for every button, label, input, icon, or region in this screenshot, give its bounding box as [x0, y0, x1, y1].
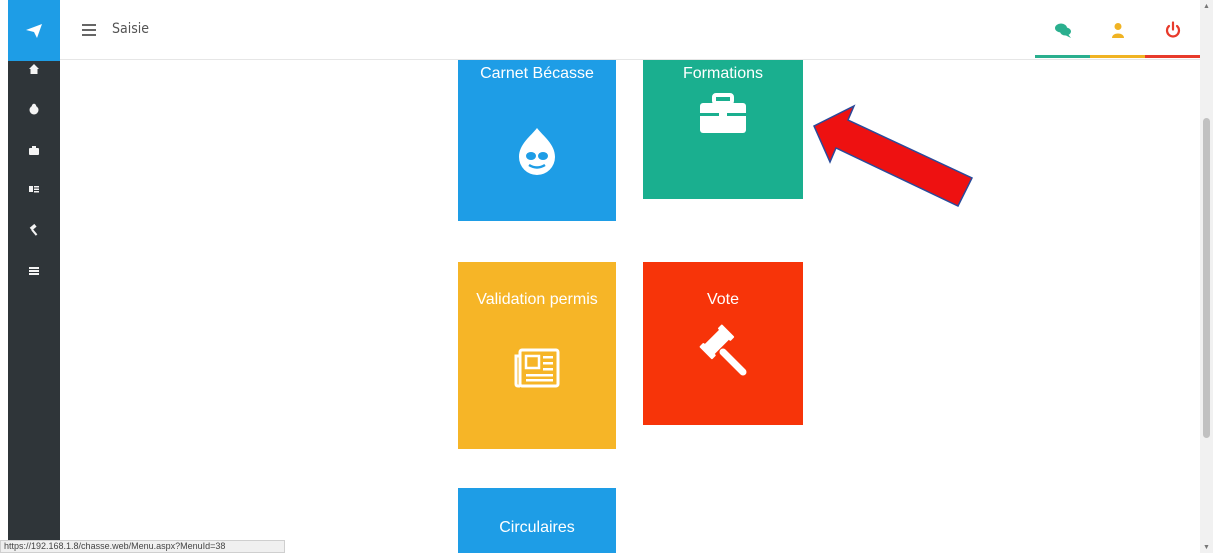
briefcase-icon — [29, 146, 39, 155]
tile-validation-permis[interactable]: Validation permis — [458, 262, 616, 449]
newspaper-icon — [29, 186, 39, 193]
sidebar-item-permis[interactable] — [8, 176, 60, 202]
scroll-down-arrow-icon[interactable]: ▼ — [1200, 541, 1213, 553]
newspaper-icon — [514, 348, 560, 388]
chat-icon — [1054, 23, 1071, 38]
tile-label: Validation permis — [476, 291, 598, 308]
gavel-icon — [699, 324, 747, 376]
tile-vote[interactable]: Vote — [643, 262, 803, 425]
sidebar-item-list[interactable] — [8, 258, 60, 284]
scroll-thumb[interactable] — [1203, 118, 1210, 438]
sidebar-item-formations[interactable] — [8, 137, 60, 163]
list-icon — [29, 267, 39, 275]
paper-plane-icon — [26, 23, 42, 38]
tile-label: Vote — [706, 291, 740, 308]
user-icon — [1111, 23, 1124, 38]
annotation-red-arrow — [813, 104, 974, 207]
tile-label: Carnet Bécasse — [480, 65, 594, 82]
sidebar-brand[interactable] — [8, 0, 60, 61]
briefcase-icon — [700, 93, 746, 133]
status-bar-url: https://192.168.1.8/chasse.web/Menu.aspx… — [0, 540, 285, 553]
top-header: Saisie — [60, 0, 1213, 60]
sidebar-item-carnet[interactable] — [8, 96, 60, 122]
drupal-icon — [519, 128, 555, 175]
sidebar-item-vote[interactable] — [8, 217, 60, 243]
hamburger-menu-icon[interactable] — [82, 24, 96, 36]
chat-button[interactable] — [1035, 0, 1090, 60]
user-button[interactable] — [1090, 0, 1145, 60]
tile-circulaires[interactable]: Circulaires — [458, 488, 616, 553]
sidebar-item-home[interactable] — [8, 56, 60, 82]
tile-formations[interactable]: Formations — [643, 60, 803, 199]
page-title: Saisie — [112, 21, 150, 37]
bird-icon — [29, 103, 39, 115]
logout-button[interactable] — [1145, 0, 1200, 60]
tile-carnet-becasse[interactable]: Carnet Bécasse — [458, 60, 616, 221]
power-icon — [1165, 21, 1180, 38]
gavel-icon — [29, 224, 38, 236]
home-icon — [29, 64, 39, 74]
app-window: Saisie Carnet Bécasse Formations Validat… — [0, 0, 1213, 553]
tile-label: Formations — [682, 65, 764, 82]
tile-label: Circulaires — [499, 519, 575, 536]
sidebar — [8, 0, 60, 553]
scroll-up-arrow-icon[interactable]: ▲ — [1200, 0, 1213, 12]
vertical-scrollbar[interactable]: ▲ ▼ — [1200, 0, 1213, 553]
